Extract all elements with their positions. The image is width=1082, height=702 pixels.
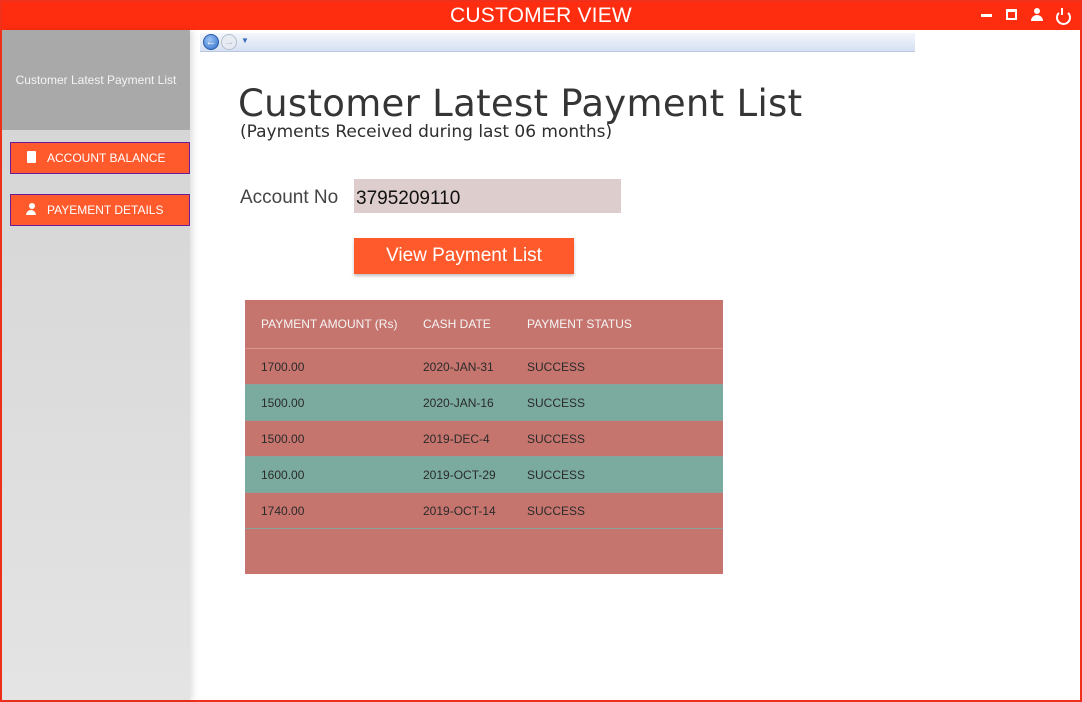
history-dropdown-icon[interactable]: ▼ [241,36,249,45]
maximize-icon[interactable] [1005,8,1018,21]
table-row: 1740.00 2019-OCT-14 SUCCESS [245,493,723,529]
page-title: Customer Latest Payment List [238,82,803,125]
view-payment-list-button[interactable]: View Payment List [354,238,574,274]
payment-details-button[interactable]: PAYEMENT DETAILS [10,194,190,226]
minimize-icon[interactable] [980,8,993,21]
window-controls [980,8,1071,25]
forward-arrow-icon[interactable]: → [221,34,237,50]
cash-date-cell: 2020-JAN-31 [423,359,494,374]
power-icon[interactable] [1055,8,1071,25]
user-icon[interactable] [1030,8,1043,21]
account-no-input[interactable] [354,179,621,213]
book-icon [24,150,40,166]
table-row: 1500.00 2020-JAN-16 SUCCESS [245,385,723,421]
amount-cell: 1740.00 [261,503,305,518]
table-row: 1500.00 2019-DEC-4 SUCCESS [245,421,723,457]
account-balance-label: ACCOUNT BALANCE [47,151,166,165]
table-header-row: PAYMENT AMOUNT (Rs) CASH DATE PAYMENT ST… [245,300,723,349]
back-arrow-icon[interactable]: ← [203,34,219,50]
sidebar: Customer Latest Payment List ACCOUNT BAL… [2,30,190,700]
amount-cell: 1500.00 [261,431,305,446]
payment-table: PAYMENT AMOUNT (Rs) CASH DATE PAYMENT ST… [245,300,723,574]
status-cell: SUCCESS [527,467,586,482]
account-no-label: Account No [240,187,339,208]
payment-details-label: PAYEMENT DETAILS [47,203,164,217]
amount-cell: 1700.00 [261,359,305,374]
browser-nav-bar: ← → ▼ [200,33,915,52]
window-title: CUSTOMER VIEW [450,4,632,27]
amount-cell: 1500.00 [261,395,305,410]
status-cell: SUCCESS [527,395,586,410]
page-subtitle: (Payments Received during last 06 months… [240,122,613,142]
status-cell: SUCCESS [527,503,586,518]
sidebar-header: Customer Latest Payment List [2,30,190,130]
cash-date-cell: 2019-OCT-14 [423,503,496,518]
status-cell: SUCCESS [527,431,586,446]
column-header-cash-date: CASH DATE [423,317,491,331]
column-header-amount: PAYMENT AMOUNT (Rs) [261,317,398,331]
cash-date-cell: 2020-JAN-16 [423,395,494,410]
status-cell: SUCCESS [527,359,586,374]
table-row: 1600.00 2019-OCT-29 SUCCESS [245,457,723,493]
cash-date-cell: 2019-DEC-4 [423,431,490,446]
table-row: 1700.00 2020-JAN-31 SUCCESS [245,349,723,385]
column-header-status: PAYMENT STATUS [527,317,632,331]
user-payment-icon [24,202,40,218]
amount-cell: 1600.00 [261,467,305,482]
cash-date-cell: 2019-OCT-29 [423,467,496,482]
account-balance-button[interactable]: ACCOUNT BALANCE [10,142,190,174]
title-bar: CUSTOMER VIEW [2,2,1080,30]
